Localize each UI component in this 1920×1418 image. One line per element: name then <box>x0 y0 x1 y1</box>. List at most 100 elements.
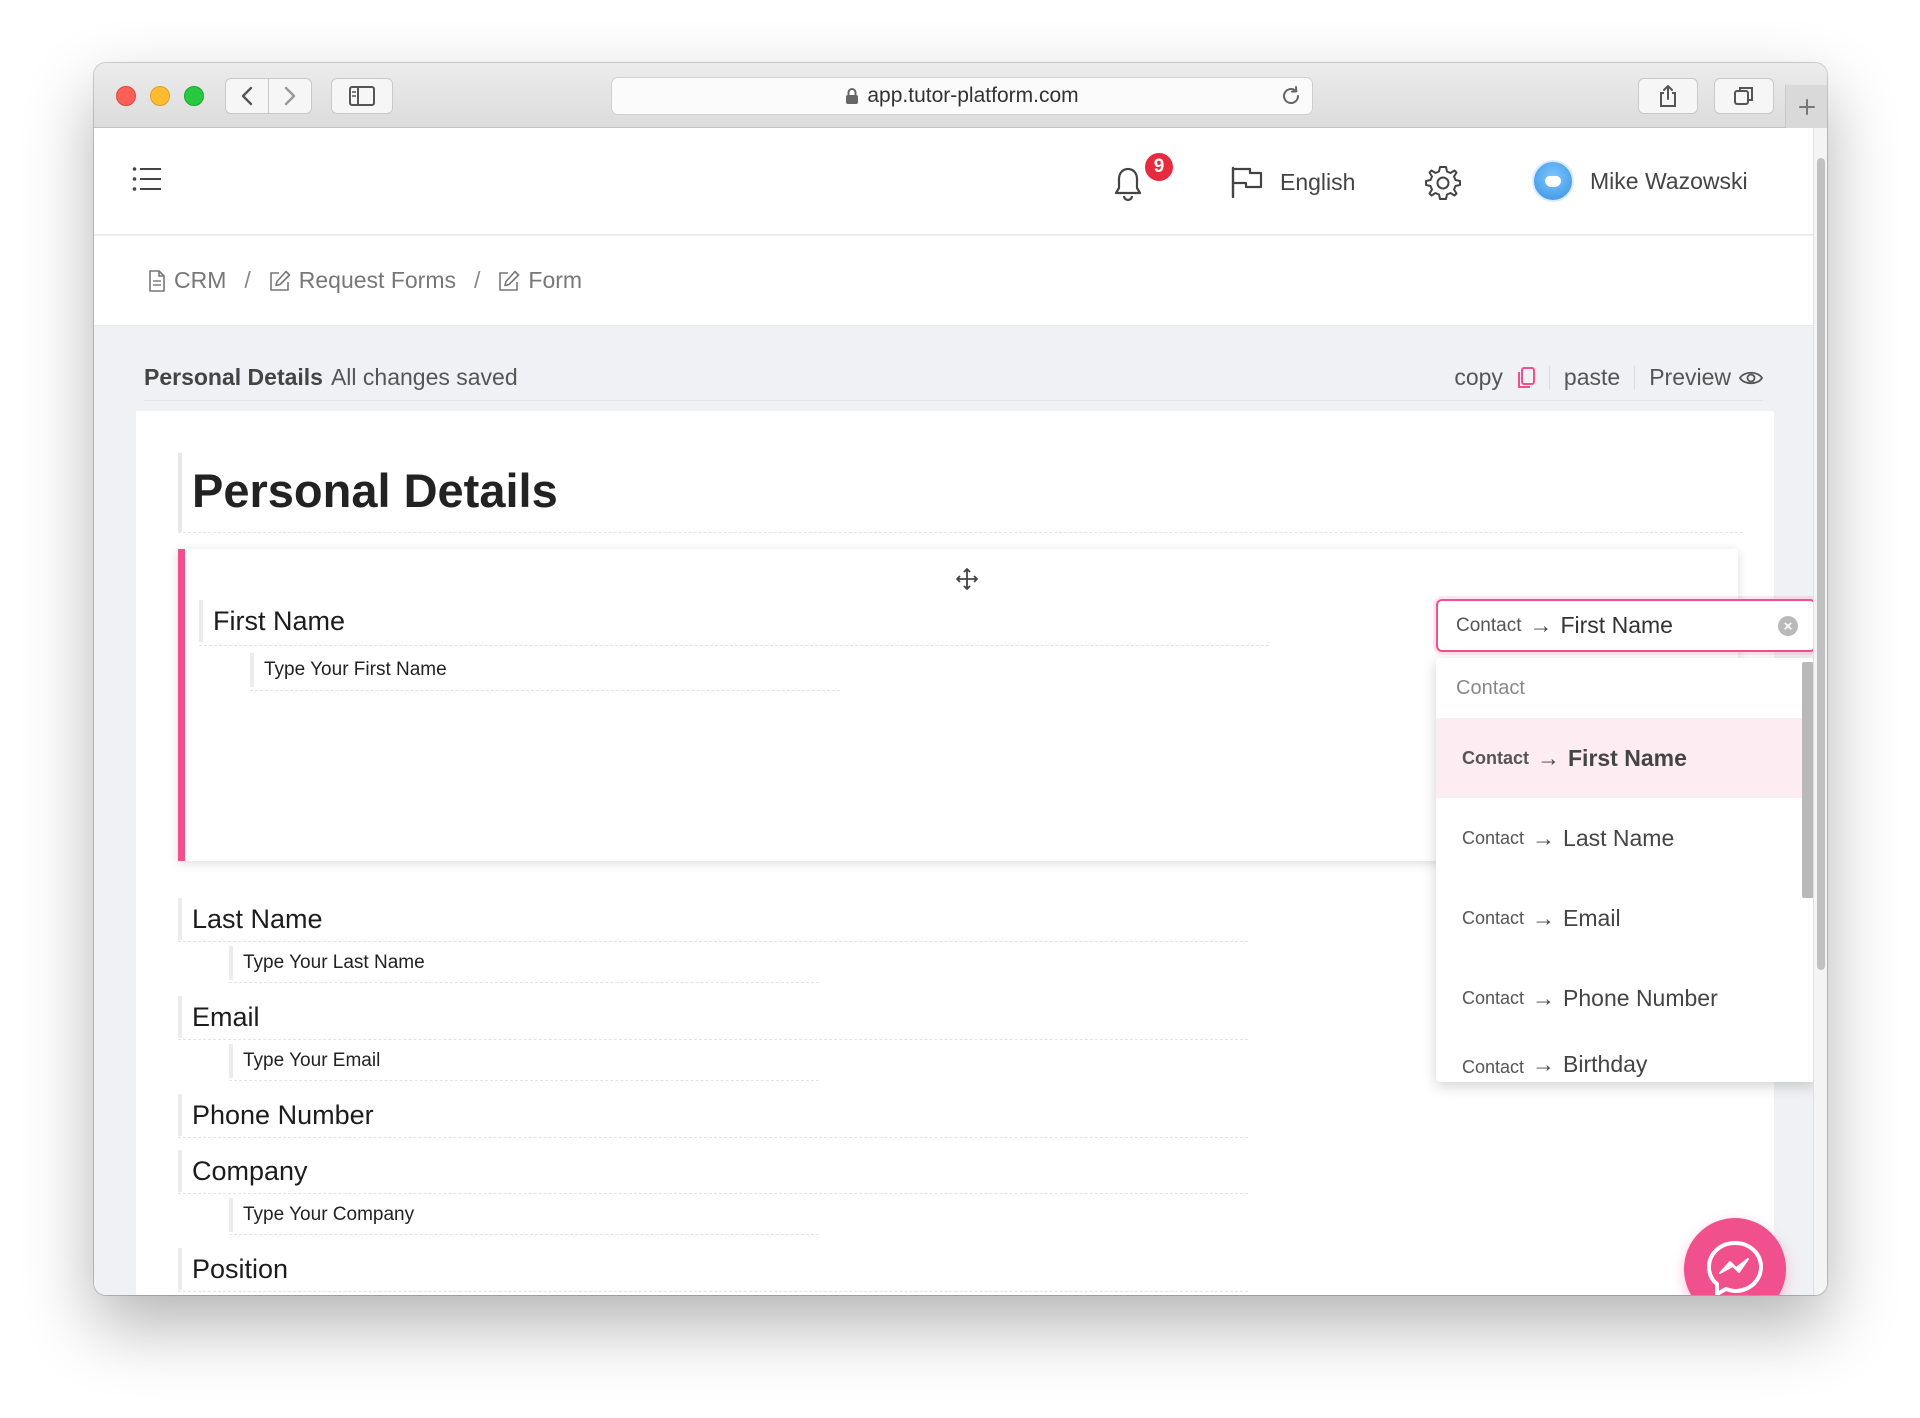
breadcrumb-item-crm[interactable]: CRM <box>148 267 226 294</box>
scrollbar-thumb[interactable] <box>1817 158 1825 970</box>
field-label[interactable]: Last Name <box>178 898 323 940</box>
chevron-right-icon <box>284 86 296 106</box>
option-label: First Name <box>1568 744 1687 771</box>
divider <box>199 645 1269 646</box>
field-label[interactable]: Phone Number <box>178 1094 374 1136</box>
clear-icon[interactable]: × <box>1778 616 1798 636</box>
language-selector[interactable]: English <box>1230 166 1355 198</box>
form-status-bar: Personal Details All changes saved copy … <box>144 355 1763 401</box>
option-prefix: Contact <box>1462 747 1529 768</box>
mapping-value: First Name <box>1560 612 1673 638</box>
dropdown-option[interactable]: Contact → Email <box>1436 878 1802 958</box>
flag-icon <box>1231 166 1263 198</box>
field-placeholder[interactable]: Type Your First Name <box>250 653 447 687</box>
breadcrumb-separator: / <box>244 267 251 293</box>
tabs-overview-button[interactable] <box>1714 78 1774 114</box>
arrow-right-icon: → <box>1532 984 1556 1011</box>
lock-icon <box>846 88 859 104</box>
close-window-button[interactable] <box>116 86 136 106</box>
share-icon <box>1660 85 1676 107</box>
browser-toolbar: app.tutor-platform.com <box>94 63 1827 128</box>
breadcrumb-label: Form <box>528 267 583 293</box>
option-label: Phone Number <box>1563 984 1718 1011</box>
bell-icon[interactable] <box>1113 166 1143 202</box>
arrow-right-icon: → <box>1537 744 1560 771</box>
history-navigation <box>225 78 312 114</box>
new-tab-button[interactable] <box>1785 85 1827 128</box>
notification-count-badge: 9 <box>1143 151 1175 183</box>
move-icon[interactable] <box>955 567 979 591</box>
form-title: Personal Details <box>192 464 558 517</box>
paste-label: paste <box>1563 364 1621 390</box>
browser-window: app.tutor-platform.com 9 English Mike Wa… <box>94 63 1827 1295</box>
field-label[interactable]: Position <box>178 1248 288 1290</box>
option-label: Email <box>1563 904 1621 931</box>
app-content: 9 English Mike Wazowski CRM / Request Fo… <box>94 128 1816 1295</box>
eye-icon <box>1739 371 1763 384</box>
field-placeholder[interactable]: Type Your Email <box>229 1044 380 1078</box>
dropdown-option[interactable]: Contact → Birthday <box>1436 1038 1802 1078</box>
url-text: app.tutor-platform.com <box>867 84 1079 107</box>
field-label[interactable]: First Name <box>199 600 345 642</box>
dropdown-option[interactable]: Contact → Last Name <box>1436 798 1802 878</box>
address-bar[interactable]: app.tutor-platform.com <box>611 77 1313 115</box>
dropdown-group-label: Contact <box>1456 676 1525 699</box>
gear-icon[interactable] <box>1425 165 1461 201</box>
tabs-icon <box>1734 87 1753 105</box>
field-mapping-select[interactable]: Contact → First Name × <box>1436 599 1816 652</box>
sidebar-toggle-button[interactable] <box>331 78 393 114</box>
copy-icon <box>1517 366 1535 388</box>
field-label[interactable]: Company <box>178 1150 308 1192</box>
minimize-window-button[interactable] <box>150 86 170 106</box>
divider <box>178 1039 1248 1040</box>
form-title-block[interactable]: Personal Details <box>178 453 1743 533</box>
mapping-prefix: Contact <box>1456 614 1522 636</box>
page-scrollbar[interactable] <box>1813 128 1827 1295</box>
menu-icon[interactable] <box>132 166 162 192</box>
back-button[interactable] <box>226 79 268 113</box>
arrow-right-icon: → <box>1532 904 1556 931</box>
dropdown-option[interactable]: Contact → First Name <box>1436 718 1802 798</box>
forward-button[interactable] <box>269 79 311 113</box>
chevron-left-icon <box>241 86 253 106</box>
option-prefix: Contact <box>1462 827 1525 848</box>
option-label: Last Name <box>1563 824 1675 851</box>
field-label[interactable]: Email <box>178 996 260 1038</box>
section-title: Personal Details <box>144 364 323 390</box>
breadcrumb-label: Request Forms <box>298 267 456 293</box>
messenger-icon <box>1707 1241 1763 1295</box>
divider <box>178 1193 1248 1194</box>
maximize-window-button[interactable] <box>184 86 204 106</box>
preview-button[interactable]: Preview <box>1635 364 1763 391</box>
user-menu[interactable]: Mike Wazowski <box>1532 160 1748 202</box>
dropdown-option[interactable]: Contact → Phone Number <box>1436 958 1802 1038</box>
breadcrumb-item-form[interactable]: Form <box>498 267 582 294</box>
paste-button[interactable]: paste <box>1550 364 1634 391</box>
reload-icon[interactable] <box>1280 85 1302 107</box>
user-name: Mike Wazowski <box>1590 167 1748 194</box>
app-header: 9 English Mike Wazowski <box>94 128 1813 235</box>
divider <box>250 690 840 691</box>
option-prefix: Contact <box>1462 907 1525 928</box>
divider <box>229 1080 819 1081</box>
language-label: English <box>1280 168 1356 195</box>
avatar <box>1532 160 1574 202</box>
copy-label: copy <box>1454 364 1503 390</box>
edit-icon <box>499 270 520 291</box>
breadcrumb-item-request-forms[interactable]: Request Forms <box>269 267 456 294</box>
breadcrumb-separator: / <box>474 267 481 293</box>
share-button[interactable] <box>1638 78 1698 114</box>
save-state: All changes saved <box>330 364 518 390</box>
breadcrumb-label: CRM <box>174 267 227 293</box>
edit-icon <box>269 270 291 291</box>
field-placeholder[interactable]: Type Your Last Name <box>229 946 425 980</box>
option-prefix: Contact <box>1462 1057 1525 1077</box>
field-placeholder[interactable]: Type Your Company <box>229 1198 414 1232</box>
arrow-right-icon: → <box>1529 612 1553 638</box>
form-canvas: Personal Details First Name Type Your Fi… <box>136 411 1816 1295</box>
divider <box>178 1291 1248 1292</box>
breadcrumb: CRM / Request Forms / Form <box>94 236 1813 326</box>
arrow-right-icon: → <box>1532 824 1556 851</box>
preview-label: Preview <box>1649 364 1731 390</box>
copy-button[interactable]: copy <box>1440 364 1549 391</box>
